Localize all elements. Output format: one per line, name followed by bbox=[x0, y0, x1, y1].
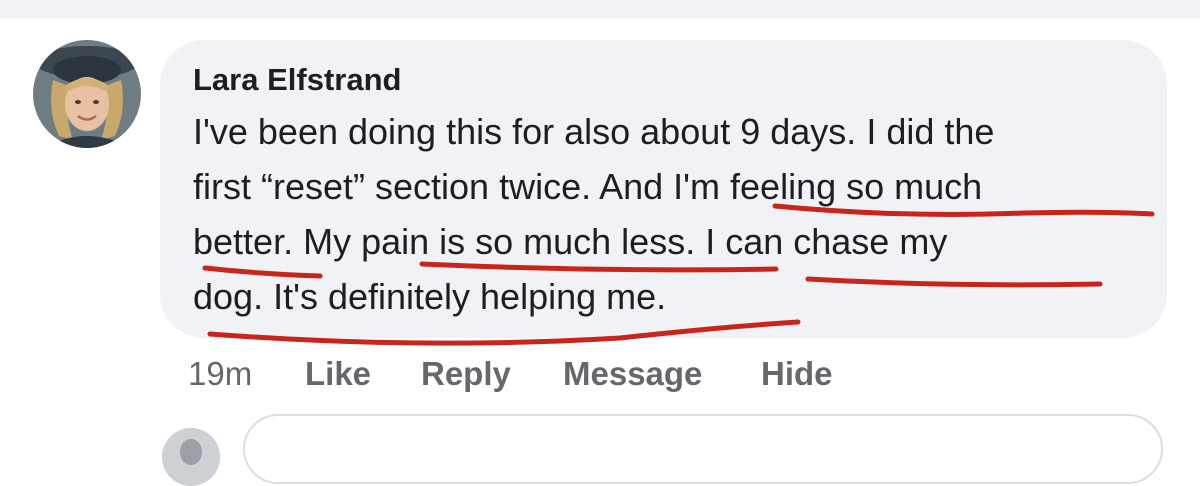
comment-author-name[interactable]: Lara Elfstrand bbox=[193, 60, 401, 100]
reply-comment-input[interactable] bbox=[243, 414, 1163, 484]
hide-button[interactable]: Hide bbox=[761, 352, 833, 396]
comment-text-line-4: dog. It's definitely helping me. bbox=[193, 276, 667, 317]
current-user-avatar-photo bbox=[162, 428, 220, 486]
comment-text-line-1: I've been doing this for also about 9 da… bbox=[193, 111, 995, 152]
current-user-avatar bbox=[162, 428, 220, 486]
author-avatar[interactable] bbox=[33, 40, 141, 148]
avatar-photo bbox=[33, 40, 141, 148]
comment-timestamp[interactable]: 19m bbox=[188, 352, 252, 396]
reply-button[interactable]: Reply bbox=[421, 352, 511, 396]
comment-text-line-2: first “reset” section twice. And I'm fee… bbox=[193, 166, 983, 207]
message-button[interactable]: Message bbox=[563, 352, 702, 396]
like-button[interactable]: Like bbox=[305, 352, 371, 396]
comment-text-line-3: better. My pain is so much less. I can c… bbox=[193, 221, 948, 262]
top-divider-strip bbox=[0, 0, 1200, 18]
